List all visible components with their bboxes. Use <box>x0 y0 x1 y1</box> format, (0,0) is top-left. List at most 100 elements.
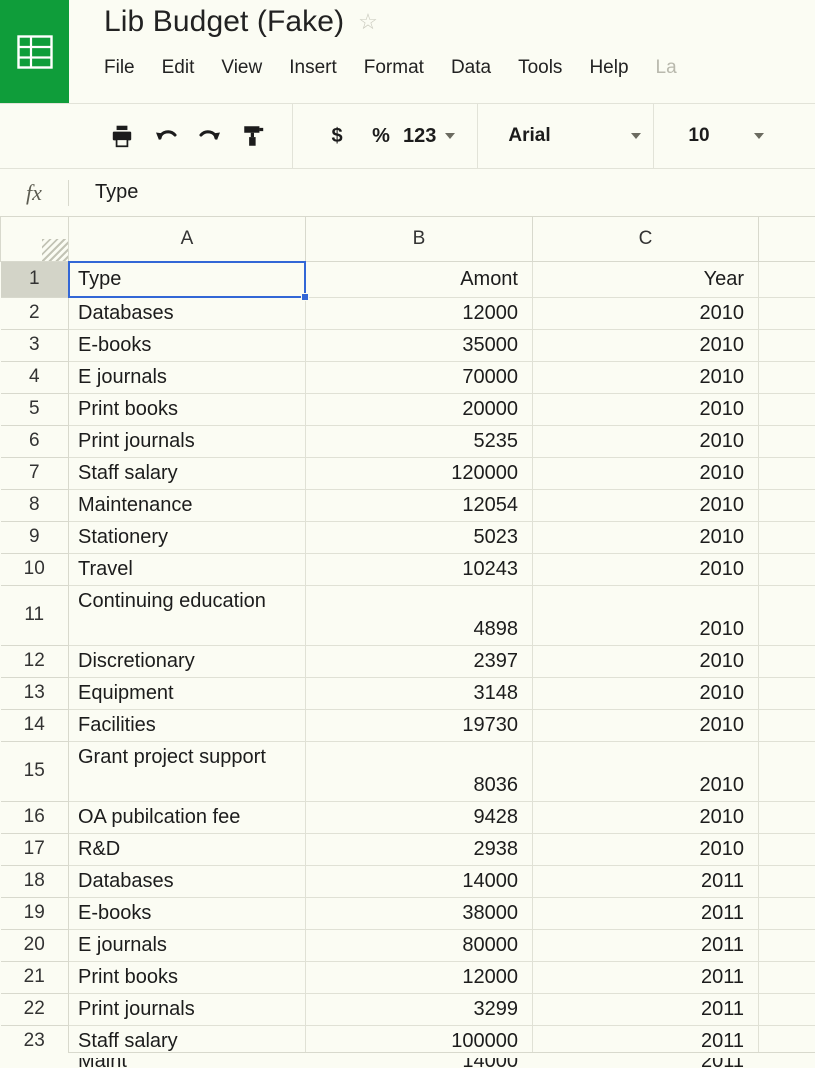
table-row[interactable]: 10Travel102432010 <box>1 553 815 585</box>
row-header-3[interactable]: 3 <box>1 329 69 361</box>
cell-a13[interactable]: Equipment <box>69 677 306 709</box>
cell-b8[interactable]: 12054 <box>306 489 533 521</box>
cell-d15[interactable] <box>759 741 815 801</box>
cell-d8[interactable] <box>759 489 815 521</box>
cell-c21[interactable]: 2011 <box>533 961 759 993</box>
cell-a8[interactable]: Maintenance <box>69 489 306 521</box>
cell-c1[interactable]: Year <box>533 261 759 297</box>
cell-d14[interactable] <box>759 709 815 741</box>
cell-c20[interactable]: 2011 <box>533 929 759 961</box>
cell-b11[interactable]: 4898 <box>306 585 533 645</box>
table-row[interactable]: 13Equipment31482010 <box>1 677 815 709</box>
currency-format-button[interactable]: $ <box>315 114 359 158</box>
cell-d7[interactable] <box>759 457 815 489</box>
cell-a12[interactable]: Discretionary <box>69 645 306 677</box>
font-family-selector[interactable]: Arial <box>478 103 653 169</box>
cell-d11[interactable] <box>759 585 815 645</box>
cell-a6[interactable]: Print journals <box>69 425 306 457</box>
cell-a18[interactable]: Databases <box>69 865 306 897</box>
table-row[interactable]: 16OA pubilcation fee94282010 <box>1 801 815 833</box>
table-row[interactable]: 11Continuing education48982010 <box>1 585 815 645</box>
column-header-d[interactable] <box>759 217 815 261</box>
row-header-18[interactable]: 18 <box>1 865 69 897</box>
row-header-11[interactable]: 11 <box>1 585 69 645</box>
cell-c15[interactable]: 2010 <box>533 741 759 801</box>
table-row[interactable]: 7Staff salary1200002010 <box>1 457 815 489</box>
percent-format-button[interactable]: % <box>359 114 403 158</box>
cell-b19[interactable]: 38000 <box>306 897 533 929</box>
cell-c2[interactable]: 2010 <box>533 297 759 329</box>
table-row[interactable]: 6Print journals52352010 <box>1 425 815 457</box>
table-row[interactable]: 17R&D29382010 <box>1 833 815 865</box>
row-header-21[interactable]: 21 <box>1 961 69 993</box>
cell-a7[interactable]: Staff salary <box>69 457 306 489</box>
cell-d1[interactable] <box>759 261 815 297</box>
cell-b2[interactable]: 12000 <box>306 297 533 329</box>
print-button[interactable] <box>100 114 144 158</box>
row-header-12[interactable]: 12 <box>1 645 69 677</box>
cell-c10[interactable]: 2010 <box>533 553 759 585</box>
cell-d21[interactable] <box>759 961 815 993</box>
cell-c18[interactable]: 2011 <box>533 865 759 897</box>
row-header-8[interactable]: 8 <box>1 489 69 521</box>
cell-a14[interactable]: Facilities <box>69 709 306 741</box>
cell-c4[interactable]: 2010 <box>533 361 759 393</box>
cell-c13[interactable]: 2010 <box>533 677 759 709</box>
column-header-c[interactable]: C <box>533 217 759 261</box>
row-header-4[interactable]: 4 <box>1 361 69 393</box>
cell-a22[interactable]: Print journals <box>69 993 306 1025</box>
cell-b18[interactable]: 14000 <box>306 865 533 897</box>
star-icon[interactable]: ☆ <box>358 11 378 33</box>
cell-a10[interactable]: Travel <box>69 553 306 585</box>
cell-d16[interactable] <box>759 801 815 833</box>
row-header-22[interactable]: 22 <box>1 993 69 1025</box>
menu-item-format[interactable]: Format <box>364 57 424 79</box>
row-header-7[interactable]: 7 <box>1 457 69 489</box>
cell-b6[interactable]: 5235 <box>306 425 533 457</box>
cell-b13[interactable]: 3148 <box>306 677 533 709</box>
cell-d22[interactable] <box>759 993 815 1025</box>
cell-b22[interactable]: 3299 <box>306 993 533 1025</box>
cell-d5[interactable] <box>759 393 815 425</box>
table-row[interactable]: 20E journals800002011 <box>1 929 815 961</box>
cell-b1[interactable]: Amont <box>306 261 533 297</box>
row-header-13[interactable]: 13 <box>1 677 69 709</box>
menu-item-file[interactable]: File <box>104 57 135 79</box>
menu-item-tools[interactable]: Tools <box>518 57 562 79</box>
cell-d19[interactable] <box>759 897 815 929</box>
cell-c19[interactable]: 2011 <box>533 897 759 929</box>
table-row[interactable]: 18Databases140002011 <box>1 865 815 897</box>
row-header-2[interactable]: 2 <box>1 297 69 329</box>
cell-a3[interactable]: E-books <box>69 329 306 361</box>
table-row[interactable]: 3E-books350002010 <box>1 329 815 361</box>
cell-b16[interactable]: 9428 <box>306 801 533 833</box>
cell-a15[interactable]: Grant project support <box>69 741 306 801</box>
table-row[interactable]: 9Stationery50232010 <box>1 521 815 553</box>
row-header-10[interactable]: 10 <box>1 553 69 585</box>
cell-d13[interactable] <box>759 677 815 709</box>
row-header-17[interactable]: 17 <box>1 833 69 865</box>
spreadsheet-grid[interactable]: A B C 1TypeAmontYear2Databases1200020103… <box>0 217 815 1068</box>
cell-c9[interactable]: 2010 <box>533 521 759 553</box>
row-header-1[interactable]: 1 <box>1 261 69 297</box>
cell-a19[interactable]: E-books <box>69 897 306 929</box>
cell-d6[interactable] <box>759 425 815 457</box>
table-row[interactable]: 2Databases120002010 <box>1 297 815 329</box>
formula-input[interactable]: Type <box>69 181 138 204</box>
cell-a5[interactable]: Print books <box>69 393 306 425</box>
fill-handle[interactable] <box>301 293 309 301</box>
table-row[interactable]: 4E journals700002010 <box>1 361 815 393</box>
cell-d9[interactable] <box>759 521 815 553</box>
cell-a4[interactable]: E journals <box>69 361 306 393</box>
paint-format-button[interactable] <box>232 114 276 158</box>
sheets-logo[interactable] <box>0 0 69 103</box>
menu-item-help[interactable]: Help <box>589 57 628 79</box>
column-header-a[interactable]: A <box>69 217 306 261</box>
row-header-14[interactable]: 14 <box>1 709 69 741</box>
cell-b17[interactable]: 2938 <box>306 833 533 865</box>
column-header-b[interactable]: B <box>306 217 533 261</box>
cell-b14[interactable]: 19730 <box>306 709 533 741</box>
cell-b21[interactable]: 12000 <box>306 961 533 993</box>
cell-c17[interactable]: 2010 <box>533 833 759 865</box>
cell-c16[interactable]: 2010 <box>533 801 759 833</box>
